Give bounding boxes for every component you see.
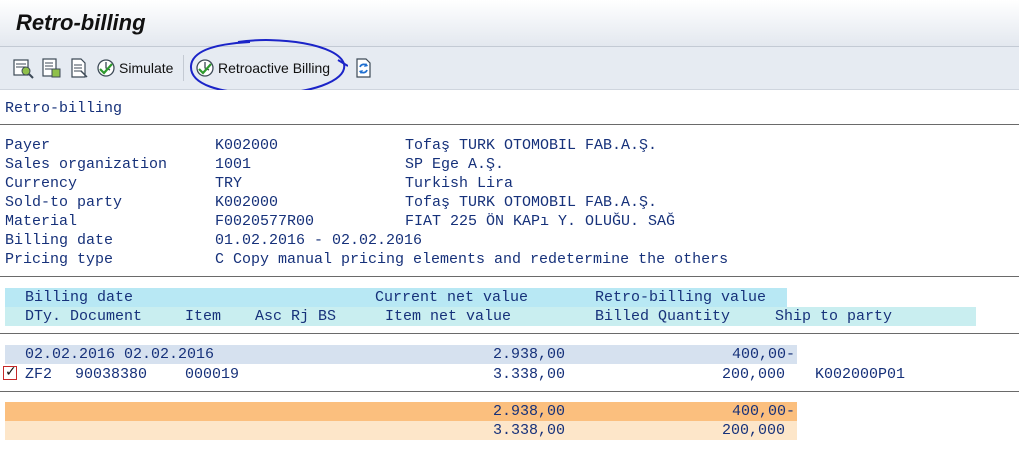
group-dates: 02.02.2016 02.02.2016 — [25, 346, 215, 363]
refresh-icon — [356, 58, 371, 78]
item-ship-to-party: K002000P01 — [815, 366, 906, 383]
total-billed-quantity: 200,000 — [721, 422, 785, 439]
total-retro-value: 400,00- — [731, 403, 795, 420]
document-icon — [71, 58, 88, 78]
details-icon — [42, 58, 61, 78]
total-item-net-value: 3.338,00 — [492, 422, 565, 439]
field-desc-sales-org: SP Ege A.Ş. — [405, 156, 505, 173]
divider — [0, 391, 1019, 392]
field-label-material: Material — [5, 213, 78, 230]
field-value-billing-date: 01.02.2016 - 02.02.2016 — [215, 232, 423, 249]
item-net-value: 3.338,00 — [492, 366, 565, 383]
field-desc-material: FIAT 225 ÖN KAPı Y. OLUĞU. SAĞ — [405, 213, 676, 230]
field-value-payer: K002000 — [215, 137, 279, 154]
item-billed-quantity: 200,000 — [721, 366, 785, 383]
column-header-ship-to: Ship to party — [775, 308, 893, 325]
column-header-item-net: Item net value — [385, 308, 512, 325]
field-label-billing-date: Billing date — [5, 232, 114, 249]
refresh-button[interactable] — [352, 57, 374, 79]
field-desc-currency: Turkish Lira — [405, 175, 514, 192]
document-button[interactable] — [68, 57, 90, 79]
execute-icon — [97, 59, 115, 77]
column-header-asc: Asc Rj BS — [255, 308, 337, 325]
display-variant-button[interactable] — [12, 57, 34, 79]
field-value-sales-org: 1001 — [215, 156, 252, 173]
column-header-billed-qty: Billed Quantity — [595, 308, 731, 325]
field-desc-sold-to: Tofaş TURK OTOMOBIL FAB.A.Ş. — [405, 194, 658, 211]
column-header-document: DTy. Document — [25, 308, 143, 325]
item-dty: ZF2 — [25, 366, 53, 383]
field-label-pricing-type: Pricing type — [5, 251, 114, 268]
group-current-value: 2.938,00 — [492, 346, 565, 363]
divider — [0, 276, 1019, 277]
simulate-label: Simulate — [119, 60, 174, 76]
details-button[interactable] — [40, 57, 62, 79]
section-title: Retro-billing — [5, 100, 123, 117]
total-row — [5, 421, 797, 440]
column-header-retro-value: Retro-billing value — [595, 289, 767, 306]
column-header-current-net: Current net value — [375, 289, 529, 306]
page-title: Retro-billing — [16, 10, 146, 35]
total-current-value: 2.938,00 — [492, 403, 565, 420]
field-value-material: F0020577R00 — [215, 213, 315, 230]
application-toolbar: Simulate Retroactive Billing — [0, 47, 1019, 90]
display-variant-icon — [13, 59, 34, 79]
checkmark-icon: ✓ — [5, 364, 17, 380]
retroactive-billing-button[interactable]: Retroactive Billing — [195, 57, 330, 79]
report-content: Retro-billing Payer K002000 Tofaş TURK O… — [0, 90, 1019, 457]
item-select-checkbox[interactable]: ✓ — [3, 364, 17, 380]
column-header-item: Item — [185, 308, 222, 325]
title-bar: Retro-billing — [0, 0, 1019, 47]
field-label-sold-to: Sold-to party — [5, 194, 123, 211]
field-label-sales-org: Sales organization — [5, 156, 168, 173]
field-label-payer: Payer — [5, 137, 51, 154]
retroactive-billing-label: Retroactive Billing — [218, 60, 331, 76]
item-number: 000019 — [185, 366, 240, 383]
execute-icon — [196, 59, 214, 77]
field-value-currency: TRY — [215, 175, 243, 192]
simulate-button[interactable]: Simulate — [96, 57, 173, 79]
column-header-billing-date: Billing date — [25, 289, 134, 306]
field-desc-payer: Tofaş TURK OTOMOBIL FAB.A.Ş. — [405, 137, 658, 154]
item-document[interactable]: 90038380 — [75, 365, 147, 384]
field-value-sold-to: K002000 — [215, 194, 279, 211]
divider — [0, 333, 1019, 334]
total-row — [5, 402, 797, 421]
field-value-pricing-type: C Copy manual pricing elements and redet… — [215, 251, 729, 268]
field-label-currency: Currency — [5, 175, 78, 192]
toolbar-separator — [183, 55, 184, 81]
divider — [0, 124, 1019, 125]
group-retro-value: 400,00- — [731, 346, 795, 363]
